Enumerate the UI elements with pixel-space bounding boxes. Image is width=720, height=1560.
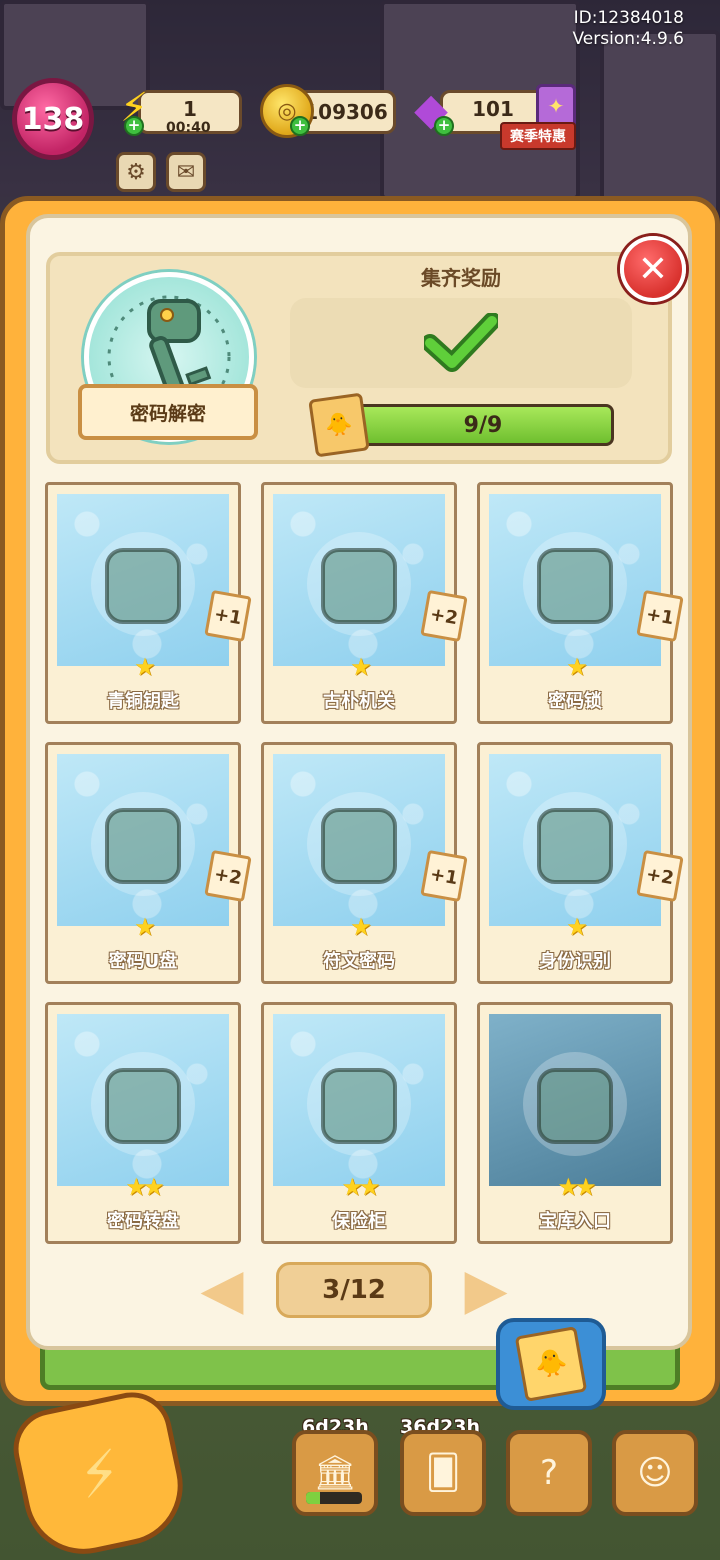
collection-card[interactable]: ★ 符文密码 +1 xyxy=(261,742,468,984)
page-number: 3/12 xyxy=(322,1275,386,1305)
duplicate-count-badge: +2 xyxy=(636,849,684,903)
collection-card[interactable]: ★ 密码锁 +1 xyxy=(477,482,684,724)
gem-value: 101 xyxy=(472,97,514,121)
duplicate-count-badge: +1 xyxy=(636,589,684,643)
event-progress-fill xyxy=(306,1492,320,1504)
collection-card[interactable]: ★★ 保险柜 xyxy=(261,1002,457,1244)
reward-title: 集齐奖励 xyxy=(421,266,501,290)
player-level: 138 xyxy=(21,101,85,137)
prev-page-arrow-icon[interactable]: ◀ xyxy=(200,1258,244,1322)
page-indicator: 3/12 xyxy=(276,1262,432,1318)
card-name: 符文密码 xyxy=(323,951,395,972)
collection-card[interactable]: ★ 密码U盘 +2 xyxy=(45,742,252,984)
mystery-event-button[interactable]: ? xyxy=(506,1430,592,1516)
padlock-icon xyxy=(489,494,661,666)
card-stars: ★★ xyxy=(557,1173,596,1201)
next-page-arrow-icon[interactable]: ▶ xyxy=(464,1258,508,1322)
energy-value: 1 xyxy=(183,97,197,121)
cipher-wheel-icon xyxy=(57,1014,229,1186)
card-pack-icon: 🐥 xyxy=(514,1326,588,1402)
version-label: Version:4.9.6 xyxy=(572,29,685,49)
duplicate-count-badge: +2 xyxy=(420,589,468,643)
card-stars: ★★ xyxy=(341,1173,380,1201)
set-name: 密码解密 xyxy=(129,402,206,425)
checkmark-icon xyxy=(424,313,498,372)
card-stars: ★ xyxy=(134,913,156,941)
close-icon: ✕ xyxy=(637,248,669,290)
card-stack-icon: 🐥 xyxy=(308,392,370,458)
card-name: 古朴机关 xyxy=(323,691,395,712)
card-stars: ★★ xyxy=(125,1173,164,1201)
card-stars: ★ xyxy=(350,913,372,941)
card-name: 密码U盘 xyxy=(108,951,178,972)
card-stars: ★ xyxy=(566,913,588,941)
ghost-friend-icon: ☺ xyxy=(637,1453,673,1493)
card-name: 密码转盘 xyxy=(107,1211,179,1232)
card-stars: ★ xyxy=(134,653,156,681)
season-offer-label[interactable]: 赛季特惠 xyxy=(500,122,576,150)
card-name: 保险柜 xyxy=(332,1211,386,1232)
question-icon: ? xyxy=(539,1453,559,1493)
event-progress-bar xyxy=(306,1492,362,1504)
card-name: 身份识别 xyxy=(539,951,611,972)
card-name: 青铜钥匙 xyxy=(107,691,179,712)
rune-clipboard-icon xyxy=(273,754,445,926)
duplicate-count-badge: +2 xyxy=(204,849,252,903)
temple-icon: 🏛 xyxy=(313,1453,357,1493)
collection-card[interactable]: ★ 青铜钥匙 +1 xyxy=(45,482,252,724)
friends-button[interactable]: ☺ xyxy=(612,1430,698,1516)
add-energy-button[interactable]: + xyxy=(124,116,144,136)
card-name: 密码锁 xyxy=(548,691,602,712)
card-stars: ★ xyxy=(566,653,588,681)
set-name-ribbon: 密码解密 xyxy=(78,384,258,440)
coin-value: 109306 xyxy=(304,100,388,124)
album-collection-button[interactable]: 🐥 xyxy=(496,1318,606,1410)
usb-drive-icon xyxy=(57,754,229,926)
player-id: ID:12384018 xyxy=(573,8,684,28)
collection-progress-bar: 9/9 xyxy=(352,404,614,446)
duplicate-count-badge: +1 xyxy=(204,589,252,643)
add-coins-button[interactable]: + xyxy=(290,116,310,136)
mail-icon[interactable]: ✉ xyxy=(166,152,206,192)
card-stars: ★ xyxy=(350,653,372,681)
build-info: ID:12384018 Version:4.9.6 xyxy=(573,8,685,50)
settings-gear-icon[interactable]: ⚙ xyxy=(116,152,156,192)
energy-timer: 00:40 xyxy=(166,120,211,136)
reward-claimed-box xyxy=(290,298,632,388)
progress-text: 9/9 xyxy=(463,412,503,438)
id-scanner-icon xyxy=(489,754,661,926)
collection-card[interactable]: ★ 身份识别 +2 xyxy=(477,742,684,984)
bronze-key-icon xyxy=(57,494,229,666)
collection-card[interactable]: ★ 古朴机关 +2 xyxy=(261,482,468,724)
duplicate-count-badge: +1 xyxy=(420,849,468,903)
add-gems-button[interactable]: + xyxy=(434,116,454,136)
collection-card[interactable]: ★★ 宝库入口 xyxy=(477,1002,673,1244)
close-button[interactable]: ✕ xyxy=(620,236,686,302)
ancient-mechanism-icon xyxy=(273,494,445,666)
collection-card[interactable]: ★★ 密码转盘 xyxy=(45,1002,241,1244)
cards-icon: 🂠 xyxy=(425,1453,461,1493)
card-name: 宝库入口 xyxy=(539,1211,611,1232)
player-level-badge[interactable]: 138 xyxy=(12,78,94,160)
card-event-button[interactable]: 🂠 xyxy=(400,1430,486,1516)
vault-door-icon xyxy=(489,1014,661,1186)
safe-icon xyxy=(273,1014,445,1186)
